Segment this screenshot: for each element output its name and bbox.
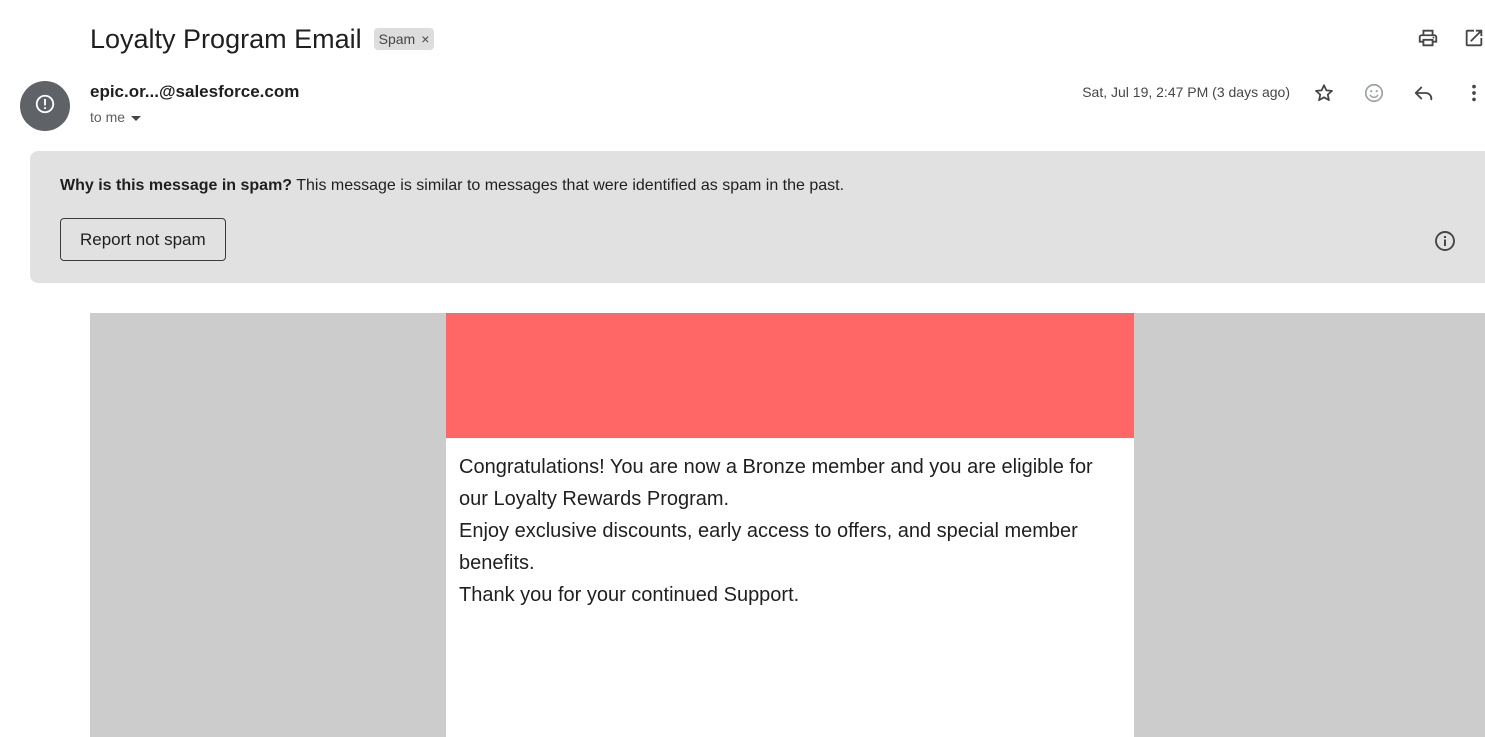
email-content-card: Congratulations! You are now a Bronze me… (446, 313, 1134, 737)
print-icon[interactable] (1417, 27, 1439, 49)
subject-row: Loyalty Program Email Spam × (90, 22, 435, 56)
alert-icon (34, 93, 56, 120)
email-message: Congratulations! You are now a Bronze me… (446, 438, 1134, 611)
info-icon[interactable] (1433, 229, 1457, 258)
emoji-icon[interactable] (1363, 82, 1385, 104)
spam-label-chip[interactable]: Spam × (373, 28, 435, 50)
remove-label-button[interactable]: × (421, 31, 429, 47)
open-in-new-icon[interactable] (1463, 27, 1485, 49)
report-not-spam-button[interactable]: Report not spam (60, 218, 226, 261)
header-banner (446, 313, 1134, 438)
spam-heading: Why is this message in spam? (60, 177, 293, 194)
chevron-down-icon (131, 115, 142, 121)
reply-icon[interactable] (1413, 82, 1435, 104)
recipients-text: to me (90, 109, 126, 125)
sender-avatar[interactable] (20, 81, 70, 131)
email-subject: Loyalty Program Email (90, 23, 362, 54)
more-vert-icon[interactable] (1463, 82, 1485, 104)
thread-actions (1417, 27, 1485, 49)
body-paragraph: Enjoy exclusive discounts, early access … (459, 520, 1078, 574)
recipients-toggle[interactable]: to me (90, 109, 142, 125)
email-body-container: Congratulations! You are now a Bronze me… (90, 313, 1485, 737)
sender-address[interactable]: epic.or...@salesforce.com (90, 82, 299, 102)
message-actions (1313, 82, 1485, 104)
spam-warning-banner: Why is this message in spam? This messag… (30, 151, 1485, 283)
body-paragraph: Thank you for your continued Support. (459, 584, 800, 606)
star-icon[interactable] (1313, 82, 1335, 104)
label-name: Spam (378, 31, 416, 47)
spam-explanation: Why is this message in spam? This messag… (60, 177, 844, 195)
message-date: Sat, Jul 19, 2:47 PM (3 days ago) (1082, 84, 1290, 100)
body-paragraph: Congratulations! You are now a Bronze me… (459, 456, 1093, 510)
spam-reason: This message is similar to messages that… (292, 177, 845, 194)
